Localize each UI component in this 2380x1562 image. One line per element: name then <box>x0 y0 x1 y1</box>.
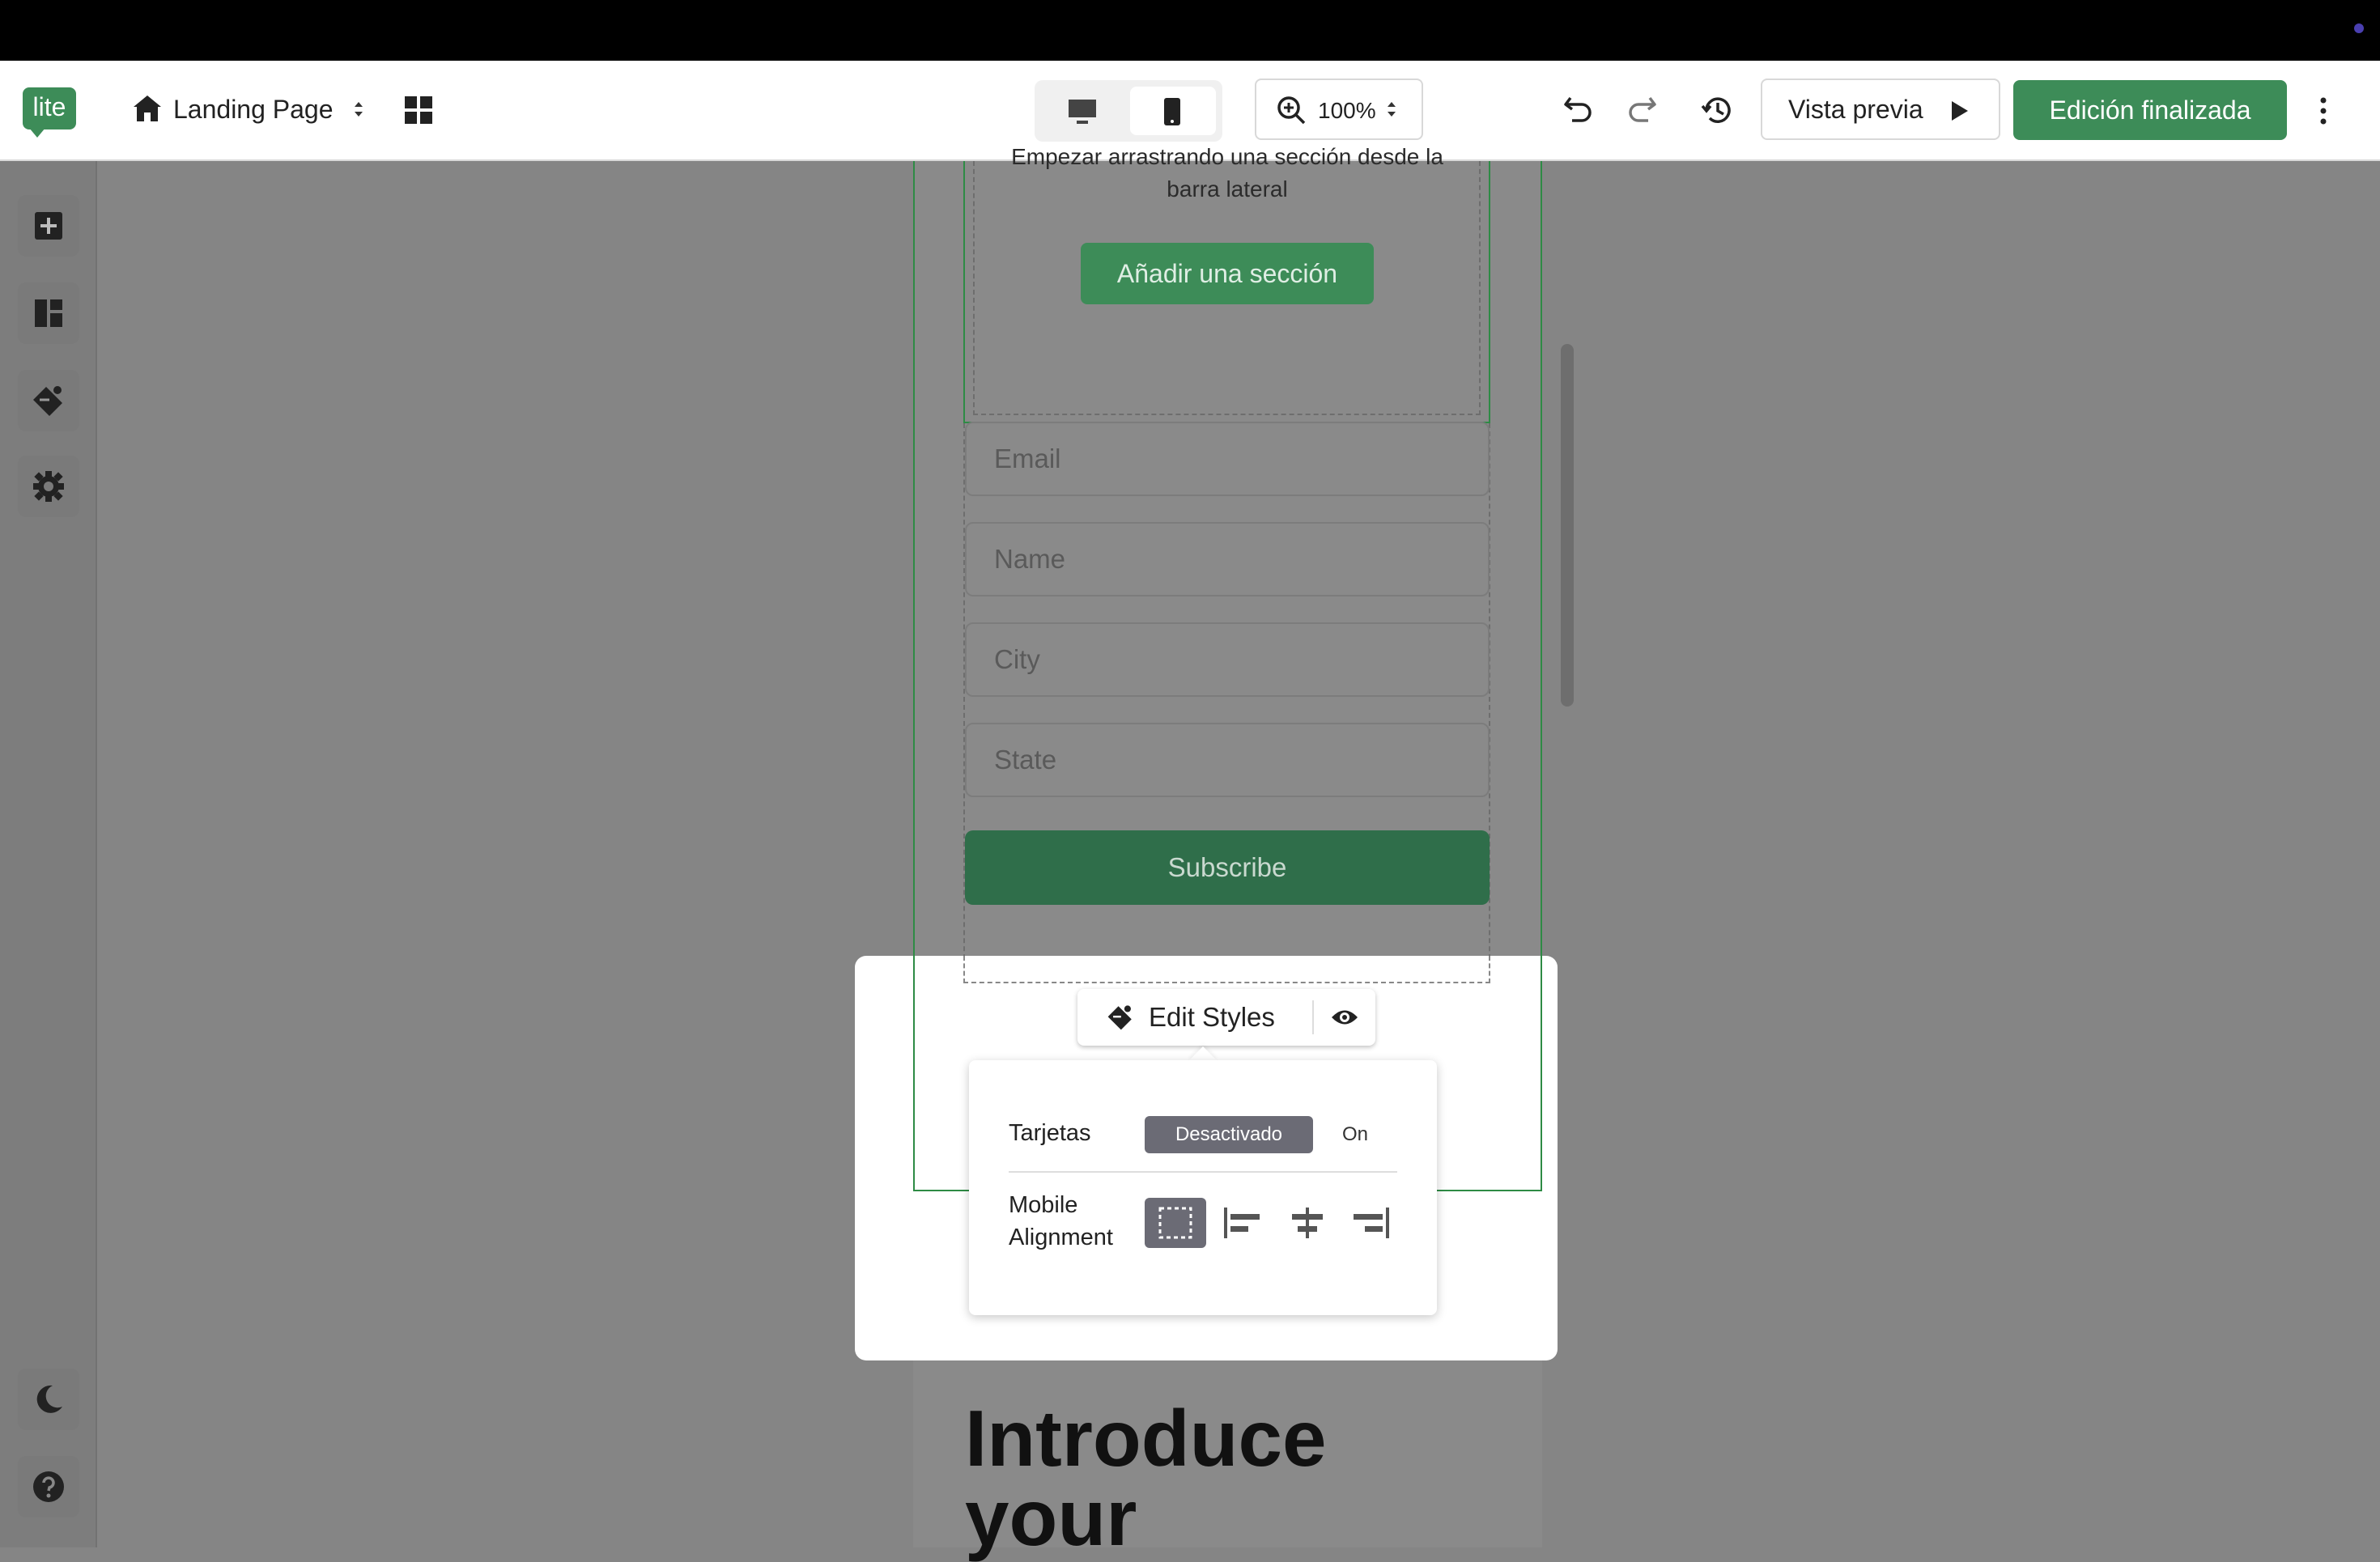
more-options-icon[interactable] <box>2318 96 2328 125</box>
align-center-icon <box>1292 1208 1323 1238</box>
help-icon <box>33 1471 64 1502</box>
plus-square-icon <box>35 212 62 240</box>
play-icon <box>1952 101 1968 121</box>
popover-form-outline <box>963 956 1490 983</box>
status-dot <box>2354 23 2364 33</box>
cards-label: Tarjetas <box>1009 1120 1091 1146</box>
page-selector[interactable]: Landing Page <box>130 85 372 134</box>
mobile-view-button[interactable] <box>1130 87 1216 135</box>
mobile-alignment-label-line2: Alignment <box>1009 1225 1113 1250</box>
paint-brush-icon <box>1107 1005 1132 1030</box>
moon-icon <box>36 1385 62 1413</box>
sort-arrows-icon <box>1388 102 1396 117</box>
gear-icon <box>33 471 64 502</box>
styles-button[interactable] <box>18 370 79 431</box>
desktop-icon <box>1069 100 1096 124</box>
device-toggle <box>1035 80 1222 142</box>
finish-editing-button[interactable]: Edición finalizada <box>2013 80 2287 140</box>
mobile-icon <box>1164 98 1180 125</box>
settings-button[interactable] <box>18 456 79 517</box>
preview-label: Vista previa <box>1788 95 1923 124</box>
redo-icon[interactable] <box>1626 93 1658 125</box>
sort-arrows-icon <box>355 102 363 117</box>
eye-icon[interactable] <box>1330 1005 1359 1029</box>
dashed-box-icon <box>1158 1207 1192 1239</box>
history-icon[interactable] <box>1700 93 1734 127</box>
intro-heading-line1: Introduce <box>965 1394 1327 1483</box>
layout-icon <box>35 299 62 327</box>
zoom-control[interactable]: 100% <box>1255 79 1423 140</box>
align-right-icon <box>1354 1208 1389 1238</box>
undo-icon[interactable] <box>1562 93 1595 125</box>
canvas-scrollbar[interactable] <box>1561 344 1574 707</box>
section-toolbar: Edit Styles <box>1077 989 1375 1046</box>
add-section-button[interactable] <box>18 195 79 257</box>
zoom-in-icon <box>1277 96 1306 125</box>
align-right-button[interactable] <box>1342 1198 1399 1248</box>
panel-divider <box>1009 1171 1397 1173</box>
toolbar-divider <box>1312 1000 1314 1034</box>
page-name: Landing Page <box>173 95 334 124</box>
paint-brush-icon <box>33 386 62 416</box>
cards-on-option[interactable]: On <box>1313 1116 1397 1153</box>
align-left-icon <box>1224 1208 1260 1238</box>
align-center-button[interactable] <box>1279 1198 1336 1248</box>
app-logo: lite <box>23 87 76 138</box>
grid-view-icon[interactable] <box>403 95 434 125</box>
cards-toggle: Desactivado On <box>1145 1116 1397 1153</box>
layout-button[interactable] <box>18 282 79 344</box>
zoom-level: 100% <box>1318 98 1376 123</box>
styles-panel: Tarjetas Desactivado On Mobile Alignment <box>969 1060 1437 1315</box>
top-bar <box>0 0 2380 61</box>
edit-styles-button[interactable]: Edit Styles <box>1077 989 1309 1046</box>
left-sidebar <box>0 161 97 1547</box>
cards-off-option[interactable]: Desactivado <box>1145 1116 1313 1153</box>
home-icon <box>134 96 161 121</box>
align-left-button[interactable] <box>1214 1198 1271 1248</box>
preview-button[interactable]: Vista previa <box>1761 79 2000 140</box>
mobile-alignment-label-line1: Mobile <box>1009 1192 1078 1218</box>
edit-styles-label: Edit Styles <box>1149 1002 1275 1032</box>
desktop-view-button[interactable] <box>1041 87 1122 135</box>
intro-heading-line2: your <box>965 1473 1137 1562</box>
help-button[interactable] <box>18 1456 79 1517</box>
dark-mode-button[interactable] <box>18 1369 79 1430</box>
align-none-button[interactable] <box>1145 1198 1206 1248</box>
